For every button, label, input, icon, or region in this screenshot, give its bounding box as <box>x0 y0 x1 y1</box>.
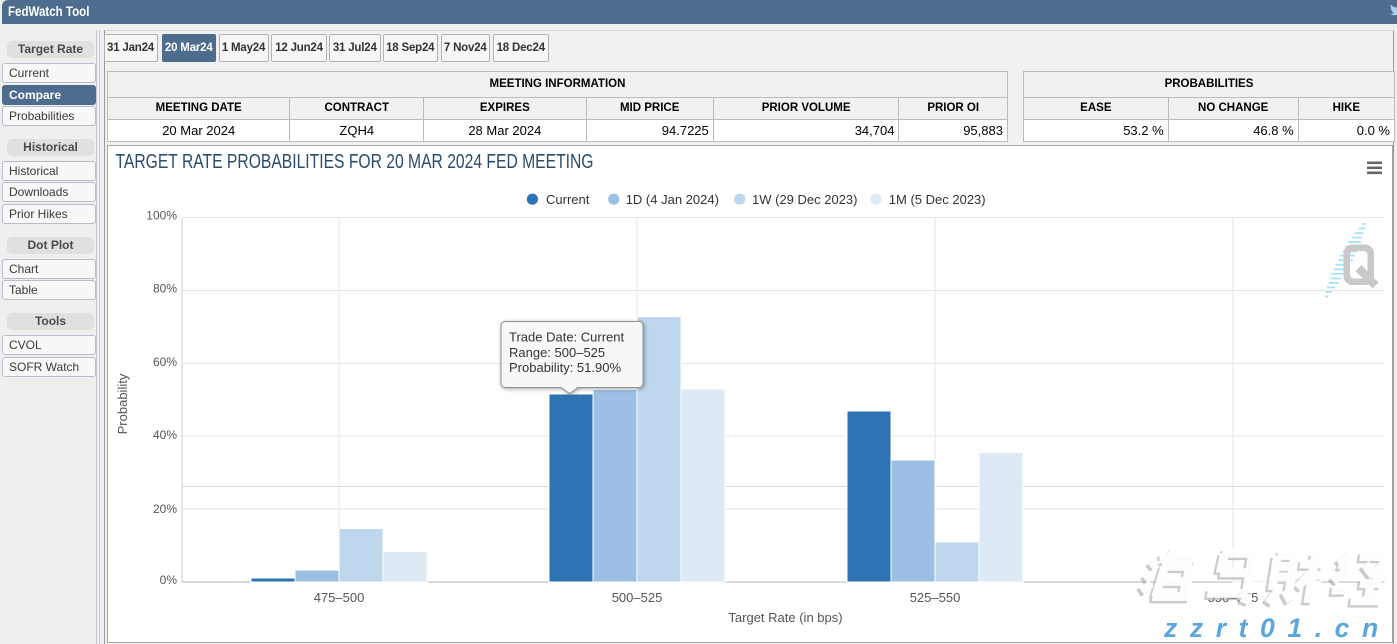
svg-text:Trade Date: Current: Trade Date: Current <box>509 330 625 345</box>
svg-text:20%: 20% <box>153 502 177 516</box>
svg-text:TARGET RATE PROBABILITIES FOR: TARGET RATE PROBABILITIES FOR 20 MAR 202… <box>116 151 594 173</box>
svg-text:525–550: 525–550 <box>910 590 961 605</box>
svg-text:1W (29 Dec 2023): 1W (29 Dec 2023) <box>752 192 858 207</box>
svg-text:Probability: 51.90%: Probability: 51.90% <box>509 360 621 375</box>
svg-text:Range: 500–525: Range: 500–525 <box>509 345 605 360</box>
svg-text:100%: 100% <box>146 208 177 222</box>
svg-text:Probability: Probability <box>115 373 130 434</box>
svg-text:475–500: 475–500 <box>314 590 365 605</box>
svg-text:1M (5 Dec 2023): 1M (5 Dec 2023) <box>889 192 986 207</box>
svg-text:1D (4 Jan 2024): 1D (4 Jan 2024) <box>626 192 719 207</box>
svg-text:500–525: 500–525 <box>612 590 663 605</box>
svg-text:80%: 80% <box>153 281 177 295</box>
svg-text:Target Rate (in bps): Target Rate (in bps) <box>728 610 842 625</box>
svg-text:0%: 0% <box>160 573 178 587</box>
svg-text:60%: 60% <box>153 355 177 369</box>
svg-text:zzrt01.cn: zzrt01.cn <box>1163 613 1391 643</box>
svg-text:40%: 40% <box>153 428 177 442</box>
svg-text:Current: Current <box>546 192 590 207</box>
